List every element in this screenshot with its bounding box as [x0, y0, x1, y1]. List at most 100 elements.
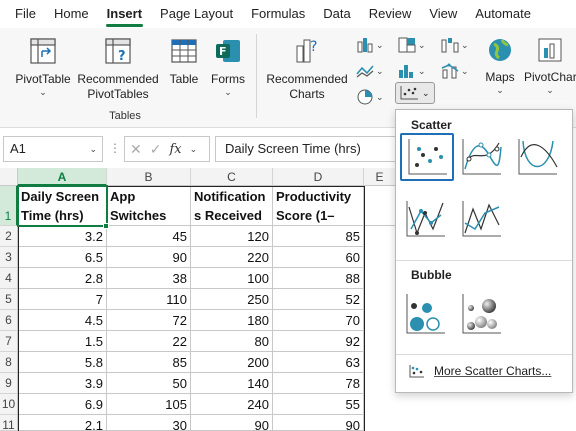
recommended-pivottables-button[interactable]: ? Recommended PivotTables	[76, 36, 160, 102]
menu-formulas[interactable]: Formulas	[242, 0, 314, 28]
row-header-4[interactable]: 4	[0, 268, 18, 289]
3d-bubble-option[interactable]	[456, 291, 506, 337]
table-cell[interactable]: 250	[191, 289, 273, 310]
cell-d1[interactable]: Productivity Score (1–100)	[273, 186, 364, 226]
more-icon[interactable]: ⋮	[109, 141, 122, 155]
row-header-7[interactable]: 7	[0, 331, 18, 352]
row-header-9[interactable]: 9	[0, 373, 18, 394]
table-cell[interactable]: 60	[273, 247, 364, 268]
table-cell[interactable]: 92	[273, 331, 364, 352]
column-header-b[interactable]: B	[107, 168, 191, 186]
table-cell[interactable]: 80	[191, 331, 273, 352]
table-button[interactable]: Table	[164, 36, 204, 87]
more-scatter-charts-link[interactable]: More Scatter Charts...	[409, 364, 551, 378]
table-cell[interactable]: 22	[107, 331, 191, 352]
menu-data[interactable]: Data	[314, 0, 359, 28]
row-header-3[interactable]: 3	[0, 247, 18, 268]
row-header-10[interactable]: 10	[0, 394, 18, 415]
check-icon[interactable]: ✓	[150, 141, 162, 158]
row-header-2[interactable]: 2	[0, 226, 18, 247]
column-header-d[interactable]: D	[273, 168, 364, 186]
table-cell[interactable]: 55	[273, 394, 364, 415]
menu-review[interactable]: Review	[360, 0, 421, 28]
name-box[interactable]: A1 ⌄	[3, 136, 103, 162]
scatter-smooth-lines-option[interactable]	[512, 134, 562, 180]
table-cell[interactable]: 88	[273, 268, 364, 289]
table-cell[interactable]: 240	[191, 394, 273, 415]
hierarchy-chart-button[interactable]: ⌄	[397, 34, 427, 56]
table-cell[interactable]: 52	[273, 289, 364, 310]
table-cell[interactable]: 200	[191, 352, 273, 373]
table-cell[interactable]: 78	[273, 373, 364, 394]
cell-c1[interactable]: Notification s Received	[191, 186, 273, 226]
pivottable-button[interactable]: PivotTable ⌄	[12, 36, 74, 97]
table-cell[interactable]: 7	[18, 289, 107, 310]
menu-automate[interactable]: Automate	[466, 0, 540, 28]
table-cell[interactable]: 2.1	[18, 415, 107, 431]
table-cell[interactable]: 70	[273, 310, 364, 331]
column-chart-button[interactable]: ⌄	[355, 34, 385, 56]
table-cell[interactable]: 85	[107, 352, 191, 373]
menu-home[interactable]: Home	[45, 0, 98, 28]
waterfall-chart-button[interactable]: ⌄	[440, 34, 470, 56]
scatter-straight-lines-option[interactable]	[456, 196, 506, 242]
row-header-11[interactable]: 11	[0, 415, 18, 431]
menu-insert[interactable]: Insert	[98, 0, 151, 28]
table-cell[interactable]: 110	[107, 289, 191, 310]
table-cell[interactable]: 120	[191, 226, 273, 247]
table-cell[interactable]: 6.5	[18, 247, 107, 268]
column-header-a[interactable]: A	[18, 168, 107, 186]
table-cell[interactable]: 72	[107, 310, 191, 331]
fill-handle[interactable]	[103, 223, 109, 229]
table-cell[interactable]: 90	[273, 415, 364, 431]
pie-chart-button[interactable]: ⌄	[355, 86, 385, 108]
table-cell[interactable]: 38	[107, 268, 191, 289]
table-cell[interactable]: 30	[107, 415, 191, 431]
insert-function-icon[interactable]: fx	[169, 142, 181, 157]
statistic-chart-button[interactable]: ⌄	[397, 60, 427, 82]
combo-chart-button[interactable]: ⌄	[440, 60, 470, 82]
table-cell[interactable]: 140	[191, 373, 273, 394]
menu-view[interactable]: View	[420, 0, 466, 28]
menu-page-layout[interactable]: Page Layout	[151, 0, 242, 28]
row-header-1[interactable]: 1	[0, 186, 18, 226]
table-cell[interactable]: 5.8	[18, 352, 107, 373]
bubble-option[interactable]	[400, 291, 450, 337]
cell-b1[interactable]: App Switches per	[107, 186, 191, 226]
table-cell[interactable]: 90	[107, 247, 191, 268]
table-cell[interactable]: 3.9	[18, 373, 107, 394]
line-chart-button[interactable]: ⌄	[355, 60, 385, 82]
formula-input[interactable]: Daily Screen Time (hrs)	[215, 136, 395, 162]
scatter-smooth-markers-option[interactable]	[456, 134, 506, 180]
cancel-icon[interactable]: ✕	[130, 141, 142, 158]
table-cell[interactable]: 45	[107, 226, 191, 247]
cell-a1[interactable]: Daily Screen Time (hrs)	[17, 185, 108, 227]
select-all-corner[interactable]	[0, 168, 18, 186]
pivotchart-button[interactable]: PivotChar ⌄	[524, 36, 576, 95]
maps-button[interactable]: Maps ⌄	[480, 36, 520, 95]
table-cell[interactable]: 85	[273, 226, 364, 247]
table-cell[interactable]: 220	[191, 247, 273, 268]
table-cell[interactable]: 50	[107, 373, 191, 394]
table-cell[interactable]: 6.9	[18, 394, 107, 415]
column-header-e[interactable]: E	[364, 168, 396, 186]
table-cell[interactable]: 180	[191, 310, 273, 331]
row-header-5[interactable]: 5	[0, 289, 18, 310]
recommended-charts-button[interactable]: ? Recommended Charts	[263, 36, 351, 102]
table-cell[interactable]: 90	[191, 415, 273, 431]
column-header-c[interactable]: C	[191, 168, 273, 186]
scatter-straight-markers-option[interactable]	[400, 196, 450, 242]
row-header-6[interactable]: 6	[0, 310, 18, 331]
cell-e1[interactable]	[364, 186, 396, 226]
table-cell[interactable]: 4.5	[18, 310, 107, 331]
table-cell[interactable]: 63	[273, 352, 364, 373]
scatter-option[interactable]	[400, 133, 454, 181]
table-cell[interactable]: 105	[107, 394, 191, 415]
table-cell[interactable]: 100	[191, 268, 273, 289]
table-cell[interactable]: 3.2	[18, 226, 107, 247]
table-cell[interactable]: 2.8	[18, 268, 107, 289]
scatter-chart-button[interactable]: ⌄	[395, 82, 435, 104]
row-header-8[interactable]: 8	[0, 352, 18, 373]
menu-file[interactable]: File	[6, 0, 45, 28]
table-cell[interactable]: 1.5	[18, 331, 107, 352]
